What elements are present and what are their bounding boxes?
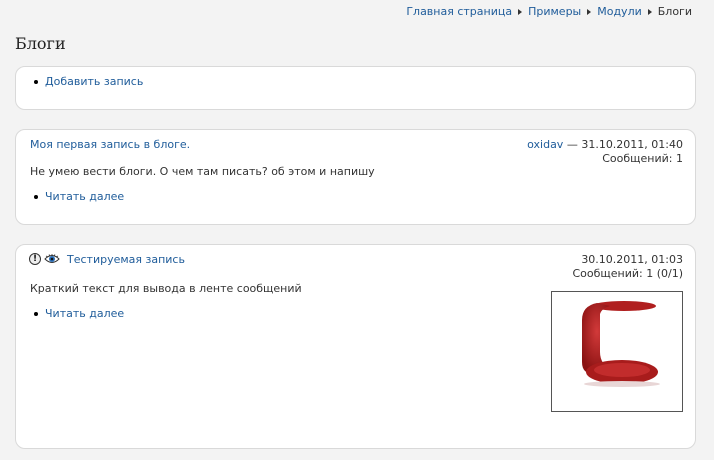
breadcrumb: Главная страница Примеры Модули Блоги [406,5,692,18]
post-title-link[interactable]: Тестируемая запись [67,253,185,266]
post-author-link[interactable]: oxidav [527,138,563,151]
post-excerpt: Краткий текст для вывода в ленте сообщен… [30,282,302,295]
post-message-count: Сообщений: 1 [602,152,683,165]
post-title-link[interactable]: Моя первая запись в блоге. [30,138,190,151]
list-item: Читать далее [30,307,124,320]
list-item: Добавить запись [30,75,143,88]
breadcrumb-separator-icon [647,9,652,15]
actions-list: Добавить запись [30,75,143,88]
post-date: — 31.10.2011, 01:40 [563,138,683,151]
read-more-link[interactable]: Читать далее [45,190,124,203]
add-post-link[interactable]: Добавить запись [45,75,143,88]
post-links: Читать далее [30,307,124,320]
post-meta: oxidav — 31.10.2011, 01:40 Сообщений: 1 [527,138,683,166]
blog-post: ! Тестируемая запись 30.10.2011, 01:03 С… [15,244,696,449]
breadcrumb-separator-icon [518,9,523,15]
warning-icon: ! [29,253,41,265]
breadcrumb-modules-link[interactable]: Модули [597,5,642,18]
breadcrumb-examples-link[interactable]: Примеры [528,5,581,18]
breadcrumb-current: Блоги [657,5,692,18]
breadcrumb-separator-icon [587,9,592,15]
actions-panel: Добавить запись [15,66,696,110]
post-meta: 30.10.2011, 01:03 Сообщений: 1 (0/1) [572,253,683,281]
post-message-count: Сообщений: 1 (0/1) [572,267,683,280]
breadcrumb-home-link[interactable]: Главная страница [406,5,512,18]
red-chair-image [582,301,660,387]
post-links: Читать далее [30,190,124,203]
page-title: Блоги [15,34,66,53]
list-item: Читать далее [30,190,124,203]
blog-post: Моя первая запись в блоге. oxidav — 31.1… [15,129,696,225]
post-excerpt: Не умею вести блоги. О чем там писать? о… [30,165,375,178]
eye-icon[interactable] [44,253,60,265]
post-date: 30.10.2011, 01:03 [581,253,683,266]
post-thumbnail[interactable] [551,291,683,412]
post-status-icons: ! [29,253,60,265]
read-more-link[interactable]: Читать далее [45,307,124,320]
